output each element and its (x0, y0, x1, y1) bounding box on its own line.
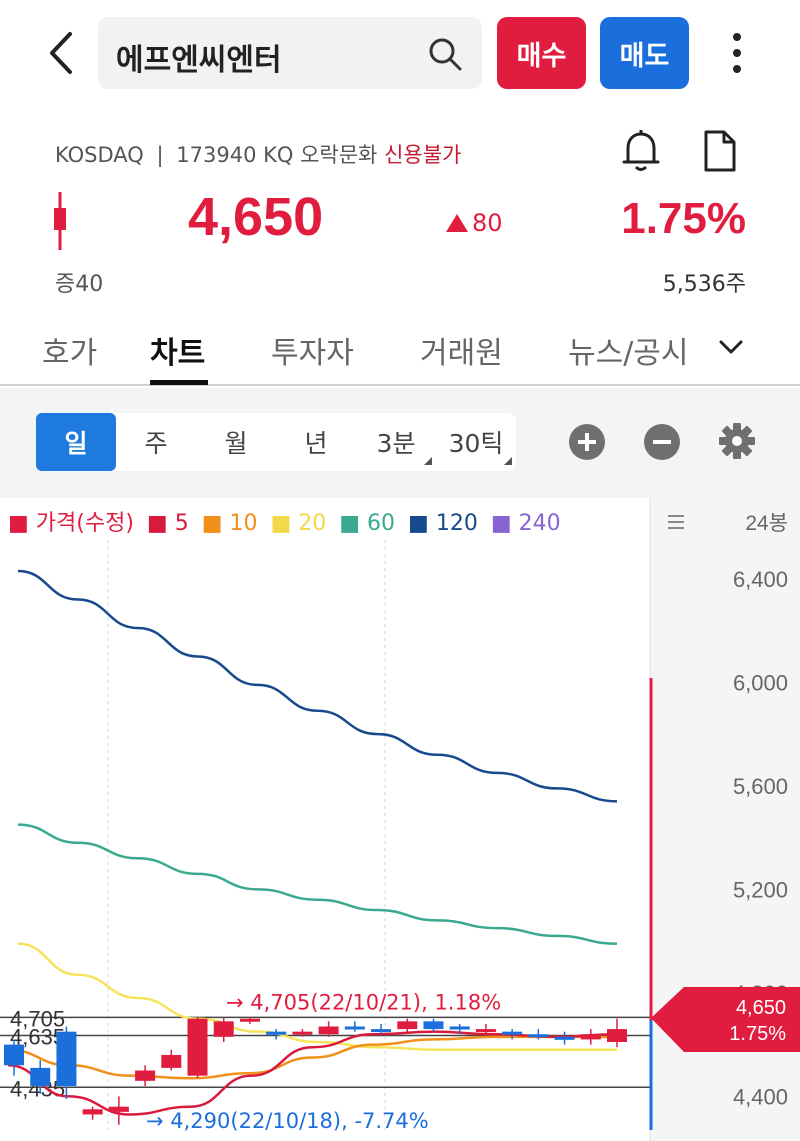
candle-body (56, 1031, 77, 1087)
candle-body (371, 1029, 392, 1033)
gear-icon[interactable] (718, 422, 756, 460)
period-month[interactable]: 월 (196, 413, 276, 471)
separator: | (156, 143, 164, 167)
y-tick-label: 5,200 (733, 877, 788, 902)
chevron-down-icon[interactable] (716, 332, 746, 362)
period-week[interactable]: 주 (116, 413, 196, 471)
chart-toolbar: 일 주 월 년 3분 30틱 (0, 388, 800, 498)
zoom-out-icon[interactable] (644, 424, 680, 460)
open-info: 증40 (55, 272, 104, 297)
legend-ma5: ■ 5 (146, 511, 189, 536)
legend-ma120-label: 120 (435, 511, 478, 536)
y-tick-label: 5,600 (733, 774, 788, 799)
legend-ma60: ■ 60 (339, 511, 396, 536)
zoom-in-icon[interactable] (569, 424, 605, 460)
bell-icon[interactable] (620, 128, 662, 174)
legend-ma5-label: 5 (174, 511, 189, 536)
period-selector: 일 주 월 년 3분 30틱 (36, 413, 516, 471)
period-3min-label: 3분 (376, 429, 416, 458)
market-label: KOSDAQ (55, 143, 144, 167)
sell-button[interactable]: 매도 (600, 17, 689, 89)
document-icon[interactable] (700, 128, 740, 174)
stock-meta: KOSDAQ | 173940 KQ 오락문화 신용불가 (55, 139, 461, 169)
search-input[interactable]: 에프엔씨엔터 (98, 17, 482, 89)
stock-code: 173940 KQ (176, 143, 294, 167)
candle-mini-icon (54, 192, 66, 250)
legend-ma120: ■ 120 (408, 511, 478, 536)
sector-label: 오락문화 (300, 143, 378, 167)
tab-hoga[interactable]: 호가 (42, 328, 97, 372)
candle-body (82, 1109, 103, 1115)
candle-body (4, 1044, 24, 1066)
legend-ma10: ■ 10 (201, 511, 258, 536)
candle-body (135, 1070, 156, 1081)
candle-body (502, 1031, 523, 1035)
candle-body (318, 1026, 339, 1035)
candle-body (607, 1029, 627, 1043)
legend-ma60-label: 60 (367, 511, 396, 536)
y-tick-label: 6,000 (733, 670, 788, 695)
dropdown-corner-icon (424, 457, 432, 465)
candle-body (187, 1018, 208, 1076)
more-icon[interactable] (722, 30, 752, 76)
candle-body (554, 1036, 575, 1040)
candle-body (423, 1021, 444, 1030)
volume: 5,536주 (662, 272, 746, 297)
y-tick-label: 6,400 (733, 567, 788, 592)
high-annotation: → 4,705(22/10/21), 1.18% (226, 990, 501, 1014)
candle-body (528, 1034, 549, 1038)
candle-body (344, 1026, 365, 1030)
legend-ma20-label: 20 (298, 511, 327, 536)
legend-ma240: ■ 240 (490, 511, 561, 536)
tab-news[interactable]: 뉴스/공시 (568, 328, 698, 372)
current-price-tag-pct: 1.75% (729, 1023, 786, 1045)
tab-broker[interactable]: 거래원 (420, 328, 503, 372)
dropdown-corner-icon (504, 457, 512, 465)
legend-ma240-label: 240 (518, 511, 561, 536)
current-price: 4,650 (188, 187, 324, 247)
current-price-tag-value: 4,650 (736, 997, 786, 1019)
legend-price: ■ 가격(수정) (8, 511, 134, 536)
candle-body (292, 1031, 313, 1035)
bar-count-label: 24봉 (745, 512, 788, 535)
period-30tick-label: 30틱 (448, 429, 504, 458)
tab-investor[interactable]: 투자자 (271, 328, 354, 372)
period-3min[interactable]: 3분 (356, 413, 436, 471)
candle-body (30, 1067, 51, 1087)
legend-price-label: 가격(수정) (35, 511, 134, 536)
search-icon[interactable] (428, 37, 462, 71)
price-change-value: 80 (472, 209, 503, 237)
period-30tick[interactable]: 30틱 (436, 413, 516, 471)
ma-line-5 (7, 1030, 618, 1116)
candle-body (475, 1029, 496, 1033)
chart-legend: ■ 가격(수정) ■ 5 ■ 10 ■ 20 ■ 60 ■ 120 ■ 240 (8, 505, 567, 537)
tab-chart[interactable]: 차트 (150, 328, 205, 372)
candle-body (449, 1026, 470, 1030)
main-tabs: 호가 차트 투자자 거래원 뉴스/공시 (0, 310, 800, 386)
legend-ma10-label: 10 (229, 511, 258, 536)
price-chart[interactable]: 24봉6,4006,0005,6005,2004,8004,4004,7054,… (0, 498, 800, 1141)
legend-ma20: ■ 20 (270, 511, 327, 536)
top-bar: 에프엔씨엔터 매수 매도 (0, 0, 800, 110)
change-percent: 1.75% (621, 194, 746, 243)
candle-body (108, 1106, 129, 1112)
credit-status: 신용불가 (384, 143, 462, 167)
candle-body (161, 1054, 182, 1068)
search-value: 에프엔씨엔터 (116, 43, 282, 78)
candle-body (239, 1018, 260, 1022)
candle-body (580, 1034, 601, 1040)
period-day[interactable]: 일 (36, 413, 116, 471)
y-tick-label: 4,400 (733, 1084, 788, 1109)
candle-body (266, 1031, 287, 1035)
up-triangle-icon (446, 214, 468, 232)
period-year[interactable]: 년 (276, 413, 356, 471)
back-icon[interactable] (42, 30, 82, 76)
active-tab-indicator (150, 380, 208, 385)
buy-button[interactable]: 매수 (497, 17, 586, 89)
candle-body (213, 1021, 234, 1037)
low-annotation: → 4,290(22/10/18), -7.74% (146, 1109, 429, 1133)
price-change: 80 (446, 209, 503, 237)
candle-body (397, 1021, 418, 1030)
